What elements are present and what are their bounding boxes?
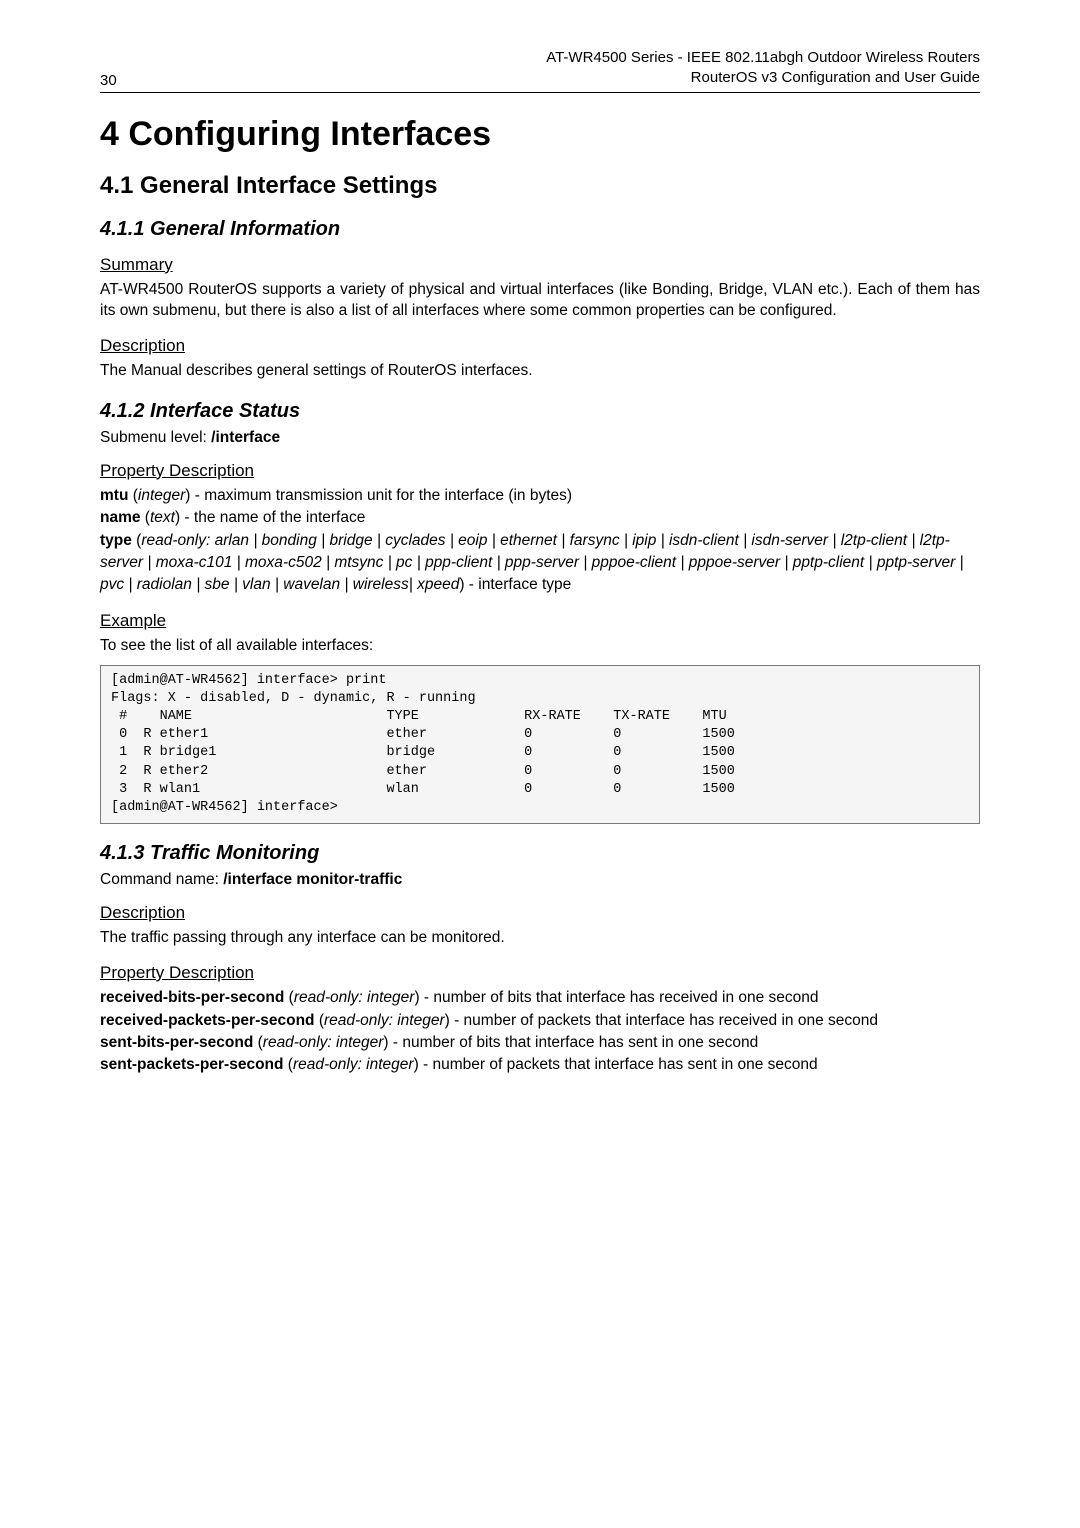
prop-mtu-text: (integer) - maximum transmission unit fo… [128,487,572,504]
prop-sbps-key: sent-bits-per-second [100,1034,253,1051]
prop-spps-key: sent-packets-per-second [100,1056,283,1073]
header-title-line1: AT-WR4500 Series - IEEE 802.11abgh Outdo… [546,48,980,68]
heading-property-description-413: Property Description [100,963,980,983]
command-name: Command name: /interface monitor-traffic [100,871,980,889]
prop-rpps-key: received-packets-per-second [100,1012,315,1029]
prop-mtu-key: mtu [100,487,128,504]
example-intro: To see the list of all available interfa… [100,635,980,657]
prop-name-text: (text) - the name of the interface [141,509,366,526]
command-name-label: Command name: [100,871,223,888]
heading-section-41: 4.1 General Interface Settings [100,172,980,200]
property-block-413: received-bits-per-second (read-only: int… [100,987,980,1077]
heading-property-description-412: Property Description [100,461,980,481]
page-number: 30 [100,72,117,89]
prop-spps-text: (read-only: integer) - number of packets… [283,1056,817,1073]
heading-chapter: 4 Configuring Interfaces [100,115,980,154]
prop-type-post: ) - interface type [459,576,571,593]
page-header: 30 AT-WR4500 Series - IEEE 802.11abgh Ou… [100,48,980,93]
description-text-413: The traffic passing through any interfac… [100,927,980,949]
header-title-line2: RouterOS v3 Configuration and User Guide [546,68,980,88]
submenu-value: /interface [211,429,280,446]
prop-rbps-key: received-bits-per-second [100,989,284,1006]
summary-text: AT-WR4500 RouterOS supports a variety of… [100,279,980,322]
command-name-value: /interface monitor-traffic [223,871,402,888]
heading-sub-412: 4.1.2 Interface Status [100,400,980,423]
submenu-level: Submenu level: /interface [100,429,980,447]
heading-description-411: Description [100,336,980,356]
prop-type-pre: ( [132,532,141,549]
prop-sbps-text: (read-only: integer) - number of bits th… [253,1034,758,1051]
prop-name-key: name [100,509,141,526]
heading-description-413: Description [100,903,980,923]
prop-rbps-text: (read-only: integer) - number of bits th… [284,989,818,1006]
property-block-412: mtu (integer) - maximum transmission uni… [100,485,980,597]
document-page: 30 AT-WR4500 Series - IEEE 802.11abgh Ou… [0,0,1080,1528]
code-block-interface-print: [admin@AT-WR4562] interface> print Flags… [100,665,980,825]
prop-rpps-text: (read-only: integer) - number of packets… [315,1012,878,1029]
heading-sub-413: 4.1.3 Traffic Monitoring [100,842,980,865]
heading-summary: Summary [100,255,980,275]
description-text-411: The Manual describes general settings of… [100,360,980,382]
heading-sub-411: 4.1.1 General Information [100,218,980,241]
heading-example: Example [100,611,980,631]
prop-type-key: type [100,532,132,549]
page-header-right: AT-WR4500 Series - IEEE 802.11abgh Outdo… [546,48,980,89]
submenu-label: Submenu level: [100,429,211,446]
